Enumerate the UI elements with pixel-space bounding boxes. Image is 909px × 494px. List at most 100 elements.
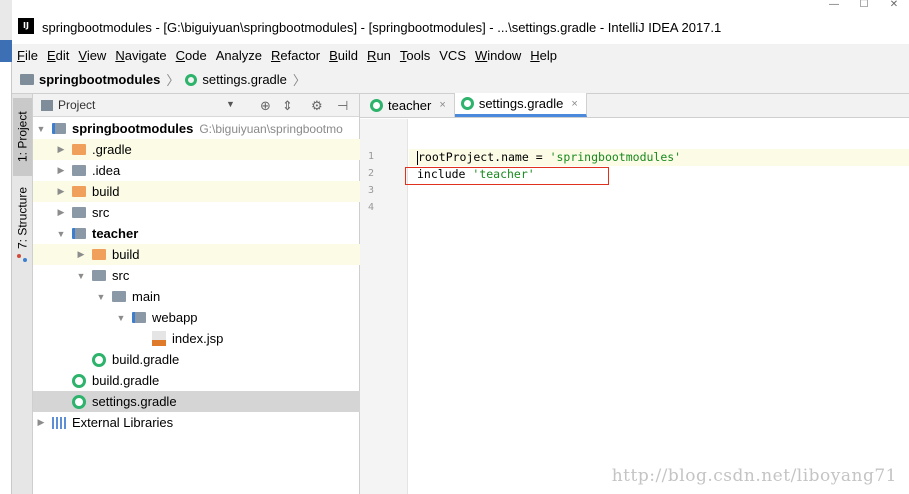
code-line[interactable]	[409, 200, 909, 217]
folder-icon	[72, 144, 86, 155]
structure-icon	[17, 254, 27, 262]
expand-arrow-icon[interactable]: ▶	[55, 165, 67, 176]
module-folder-icon	[52, 123, 66, 134]
tree-item-teacher-build[interactable]: ▶ build	[33, 244, 360, 265]
gradle-file-icon	[185, 73, 198, 86]
expand-arrow-icon[interactable]: ▼	[115, 313, 127, 323]
folder-icon	[72, 207, 86, 218]
editor-area: teacher × settings.gradle × 1 2 3 4 root…	[360, 93, 909, 494]
close-tab-icon[interactable]: ×	[571, 98, 577, 110]
line-number: 2	[368, 168, 375, 179]
project-icon	[41, 99, 53, 111]
ide-window: IJ springbootmodules - [G:\biguiyuan\spr…	[12, 0, 909, 494]
minimize-icon[interactable]: —	[819, 0, 849, 14]
scroll-from-source-icon[interactable]: ⊕	[260, 98, 271, 114]
tool-tab-structure[interactable]: 7: Structure	[13, 186, 32, 250]
close-window-icon[interactable]: ✕	[879, 0, 909, 14]
gradle-file-icon	[72, 394, 86, 409]
tab-settings-gradle[interactable]: settings.gradle ×	[454, 93, 587, 117]
module-folder-icon	[72, 228, 86, 239]
tree-item-gradle-dir[interactable]: ▶ .gradle	[33, 139, 360, 160]
menu-window[interactable]: Window	[475, 48, 521, 63]
module-folder-icon	[20, 74, 34, 85]
breadcrumb-separator: 〉	[292, 73, 306, 88]
expand-arrow-icon[interactable]: ▶	[55, 207, 67, 218]
highlight-box	[405, 167, 609, 185]
library-icon	[52, 416, 66, 429]
line-number: 1	[368, 151, 375, 162]
line-number: 4	[368, 202, 375, 213]
menu-refactor[interactable]: Refactor	[271, 48, 320, 63]
expand-arrow-icon[interactable]: ▶	[55, 186, 67, 197]
line-number-gutter: 1 2 3 4	[360, 119, 408, 494]
window-controls: — ☐ ✕	[819, 0, 909, 14]
tree-item-root-build-gradle[interactable]: build.gradle	[33, 370, 360, 391]
code-line[interactable]: rootProject.name = 'springbootmodules'	[409, 149, 909, 166]
hide-panel-icon[interactable]: ⊣	[337, 98, 348, 114]
menu-analyze[interactable]: Analyze	[216, 48, 262, 63]
code-line[interactable]	[409, 183, 909, 200]
watermark-text: http://blog.csdn.net/liboyang71	[611, 466, 897, 486]
project-panel: Project ▼ ⊕ ⇕ ⚙ ⊣ ▼ springbootmodules G:…	[33, 94, 360, 494]
menu-run[interactable]: Run	[367, 48, 391, 63]
close-tab-icon[interactable]: ×	[439, 99, 445, 111]
menu-help[interactable]: Help	[530, 48, 557, 63]
gradle-file-icon	[370, 98, 383, 112]
breadcrumb-file[interactable]: settings.gradle	[202, 72, 287, 87]
tree-item-settings-gradle[interactable]: settings.gradle	[33, 391, 360, 412]
web-folder-icon	[132, 312, 146, 323]
desktop-background	[0, 0, 12, 494]
expand-arrow-icon[interactable]: ▼	[95, 292, 107, 302]
maximize-icon[interactable]: ☐	[849, 0, 879, 14]
expand-arrow-icon[interactable]: ▶	[55, 144, 67, 155]
menu-tools[interactable]: Tools	[400, 48, 430, 63]
tree-item-main[interactable]: ▼ main	[33, 286, 360, 307]
project-panel-header: Project ▼ ⊕ ⇕ ⚙ ⊣	[33, 94, 359, 117]
tree-item-index-jsp[interactable]: index.jsp	[33, 328, 360, 349]
excluded-folder-icon	[72, 186, 86, 197]
gradle-file-icon	[92, 352, 106, 367]
gear-icon[interactable]: ⚙	[311, 98, 323, 114]
menu-code[interactable]: Code	[176, 48, 207, 63]
navigation-bar: springbootmodules 〉 settings.gradle 〉	[12, 66, 909, 94]
tree-item-teacher-src[interactable]: ▼ src	[33, 265, 360, 286]
menu-file[interactable]: File	[17, 48, 38, 63]
tree-item-teacher-module[interactable]: ▼ teacher	[33, 223, 360, 244]
menu-bar: File Edit View Navigate Code Analyze Ref…	[12, 44, 909, 66]
jsp-file-icon	[152, 331, 166, 346]
folder-icon	[112, 291, 126, 302]
left-tool-strip: 1: Project 7: Structure	[12, 94, 33, 494]
tool-tab-project[interactable]: 1: Project	[13, 98, 32, 176]
menu-view[interactable]: View	[78, 48, 106, 63]
line-number: 3	[368, 185, 375, 196]
expand-arrow-icon[interactable]: ▼	[35, 124, 47, 134]
menu-navigate[interactable]: Navigate	[115, 48, 166, 63]
breadcrumb-separator: 〉	[166, 73, 180, 88]
collapse-all-icon[interactable]: ⇕	[282, 98, 293, 114]
expand-arrow-icon[interactable]: ▼	[75, 271, 87, 281]
gradle-file-icon	[72, 373, 86, 388]
tree-item-webapp[interactable]: ▼ webapp	[33, 307, 360, 328]
tree-item-teacher-build-gradle[interactable]: build.gradle	[33, 349, 360, 370]
window-title: springbootmodules - [G:\biguiyuan\spring…	[42, 20, 722, 35]
expand-arrow-icon[interactable]: ▶	[35, 417, 47, 428]
folder-icon	[92, 270, 106, 281]
menu-build[interactable]: Build	[329, 48, 358, 63]
breadcrumb-root[interactable]: springbootmodules	[39, 72, 160, 87]
tree-item-build-dir[interactable]: ▶ build	[33, 181, 360, 202]
editor-tabs: teacher × settings.gradle ×	[360, 93, 909, 118]
expand-arrow-icon[interactable]: ▼	[55, 229, 67, 239]
project-path: G:\biguiyuan\springbootmo	[199, 121, 343, 136]
tree-item-springbootmodules[interactable]: ▼ springbootmodules G:\biguiyuan\springb…	[33, 118, 360, 139]
view-dropdown-icon[interactable]: ▼	[226, 99, 235, 109]
tree-item-idea-dir[interactable]: ▶ .idea	[33, 160, 360, 181]
expand-arrow-icon[interactable]: ▶	[75, 249, 87, 260]
menu-vcs[interactable]: VCS	[439, 48, 466, 63]
tree-item-external-libraries[interactable]: ▶ External Libraries	[33, 412, 360, 433]
project-panel-title[interactable]: Project	[58, 98, 95, 112]
intellij-icon: IJ	[18, 18, 34, 34]
tab-teacher[interactable]: teacher ×	[364, 93, 455, 117]
tree-item-src-dir[interactable]: ▶ src	[33, 202, 360, 223]
excluded-folder-icon	[92, 249, 106, 260]
menu-edit[interactable]: Edit	[47, 48, 69, 63]
